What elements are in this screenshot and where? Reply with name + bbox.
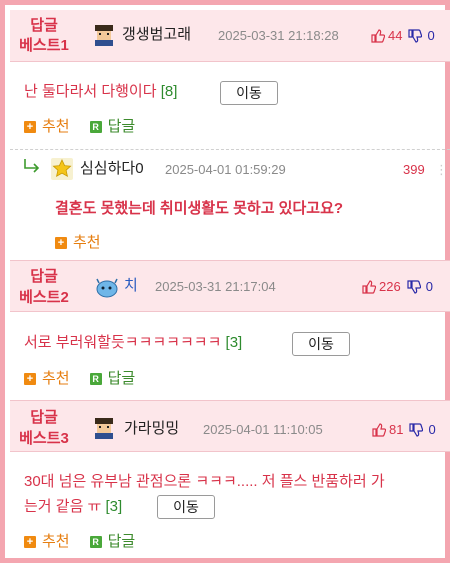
- vote-counts: 226 0: [362, 277, 433, 297]
- up-count: 44: [388, 28, 403, 43]
- best-header-2: 답글 베스트2 치 2025-03-31 21:17:04 226 0: [10, 260, 450, 312]
- sub-reply-recommend-button[interactable]: + 추천: [55, 233, 101, 253]
- panel-inner: 답글 베스트1 갱생범고래 2025-03-31 21:18:28 44 0 난…: [10, 10, 450, 563]
- nickname[interactable]: 치: [124, 276, 138, 296]
- best-label-line2: 베스트1: [19, 37, 69, 54]
- comment-text-line2: 는거 같음 ㅠ [3]: [24, 496, 122, 518]
- recommend-label: 추천: [73, 234, 101, 251]
- best-label-line1: 답글: [30, 409, 58, 426]
- recommend-label: 추천: [42, 118, 70, 135]
- yellow-star-icon: [51, 158, 73, 180]
- reply-button[interactable]: R 답글: [89, 532, 136, 552]
- nickname[interactable]: 갱생범고래: [122, 25, 191, 45]
- move-button[interactable]: 이동: [292, 332, 350, 356]
- timestamp: 2025-04-01 11:10:05: [203, 422, 323, 437]
- recommend-button[interactable]: + 추천: [24, 369, 70, 389]
- best-header-3: 답글 베스트3 가라밍밍 2025-04-01 11:10:05 81 0: [10, 400, 450, 452]
- plus-icon: +: [24, 121, 36, 133]
- reply-label: 답글: [107, 118, 136, 135]
- reply-label: 답글: [107, 370, 136, 387]
- reply-count[interactable]: [8]: [161, 83, 178, 100]
- timestamp: 2025-03-31 21:18:28: [218, 28, 339, 43]
- up-count: 226: [379, 279, 401, 294]
- down-count: 0: [425, 279, 433, 294]
- up-count: 81: [389, 422, 404, 437]
- reply-r-icon: R: [89, 121, 102, 133]
- comment-actions: + 추천 R 답글: [24, 532, 155, 552]
- plus-icon: +: [24, 373, 36, 385]
- sub-reply-timestamp: 2025-04-01 01:59:29: [165, 162, 286, 177]
- thumbs-down-icon[interactable]: [409, 423, 424, 437]
- thumbs-up-icon[interactable]: [362, 280, 376, 294]
- reply-label: 답글: [107, 533, 136, 550]
- comment-body: 는거 같음 ㅠ: [24, 498, 102, 515]
- timestamp: 2025-03-31 21:17:04: [155, 279, 276, 294]
- plus-icon: +: [55, 237, 67, 249]
- down-count: 0: [428, 422, 436, 437]
- thumbs-down-icon[interactable]: [407, 280, 421, 294]
- sub-reply-score: 399: [403, 162, 425, 177]
- comment-actions: + 추천 R 답글: [24, 369, 155, 389]
- sub-reply-actions: + 추천: [55, 233, 121, 253]
- comment-text: 서로 부러워할듯ㅋㅋㅋㅋㅋㅋㅋ [3]: [24, 332, 242, 354]
- sub-reply-nickname[interactable]: 심심하다0: [80, 159, 144, 179]
- comment-body: 서로 부러워할듯ㅋㅋㅋㅋㅋㅋㅋ: [24, 334, 222, 351]
- reply-button[interactable]: R 답글: [89, 117, 136, 137]
- divider: [10, 149, 450, 150]
- best-label-line1: 답글: [30, 17, 58, 34]
- blue-blob-icon: [96, 278, 118, 298]
- plus-icon: +: [24, 536, 36, 548]
- reply-count[interactable]: [3]: [226, 334, 243, 351]
- thumbs-down-icon[interactable]: [408, 29, 423, 43]
- reply-r-icon: R: [89, 536, 102, 548]
- comment-body: 난 둘다라서 다행이다: [24, 83, 157, 100]
- reply-button[interactable]: R 답글: [89, 369, 136, 389]
- pixel-man-icon: [95, 25, 113, 46]
- comment-text: 난 둘다라서 다행이다 [8]: [24, 81, 177, 103]
- comment-actions: + 추천 R 답글: [24, 117, 155, 137]
- down-count: 0: [427, 28, 435, 43]
- sub-reply-more-icon[interactable]: ⋮: [435, 160, 448, 180]
- recommend-label: 추천: [42, 533, 70, 550]
- comment-text-line1: 30대 넘은 유부남 관점으론 ㅋㅋㅋ..... 저 플스 반품하러 가: [24, 473, 385, 490]
- vote-counts: 81 0: [372, 420, 436, 440]
- pixel-man-icon: [95, 418, 113, 439]
- best-label-line2: 베스트3: [19, 430, 69, 447]
- best-label-line1: 답글: [30, 268, 58, 285]
- sub-reply-text: 결혼도 못했는데 취미생활도 못하고 있다고요?: [55, 200, 344, 217]
- recommend-label: 추천: [42, 370, 70, 387]
- comment-best-panel: 답글 베스트1 갱생범고래 2025-03-31 21:18:28 44 0 난…: [0, 0, 450, 563]
- best-label-line2: 베스트2: [19, 289, 69, 306]
- recommend-button[interactable]: + 추천: [24, 532, 70, 552]
- best-header-1: 답글 베스트1 갱생범고래 2025-03-31 21:18:28 44 0: [10, 10, 450, 62]
- thumbs-up-icon[interactable]: [371, 29, 385, 43]
- move-button[interactable]: 이동: [157, 495, 215, 519]
- reply-r-icon: R: [89, 373, 102, 385]
- nickname[interactable]: 가라밍밍: [124, 419, 179, 439]
- vote-counts: 44 0: [371, 26, 435, 46]
- thumbs-up-icon[interactable]: [372, 423, 386, 437]
- move-button[interactable]: 이동: [220, 81, 278, 105]
- reply-count[interactable]: [3]: [106, 498, 123, 515]
- recommend-button[interactable]: + 추천: [24, 117, 70, 137]
- reply-arrow-icon: [24, 159, 40, 173]
